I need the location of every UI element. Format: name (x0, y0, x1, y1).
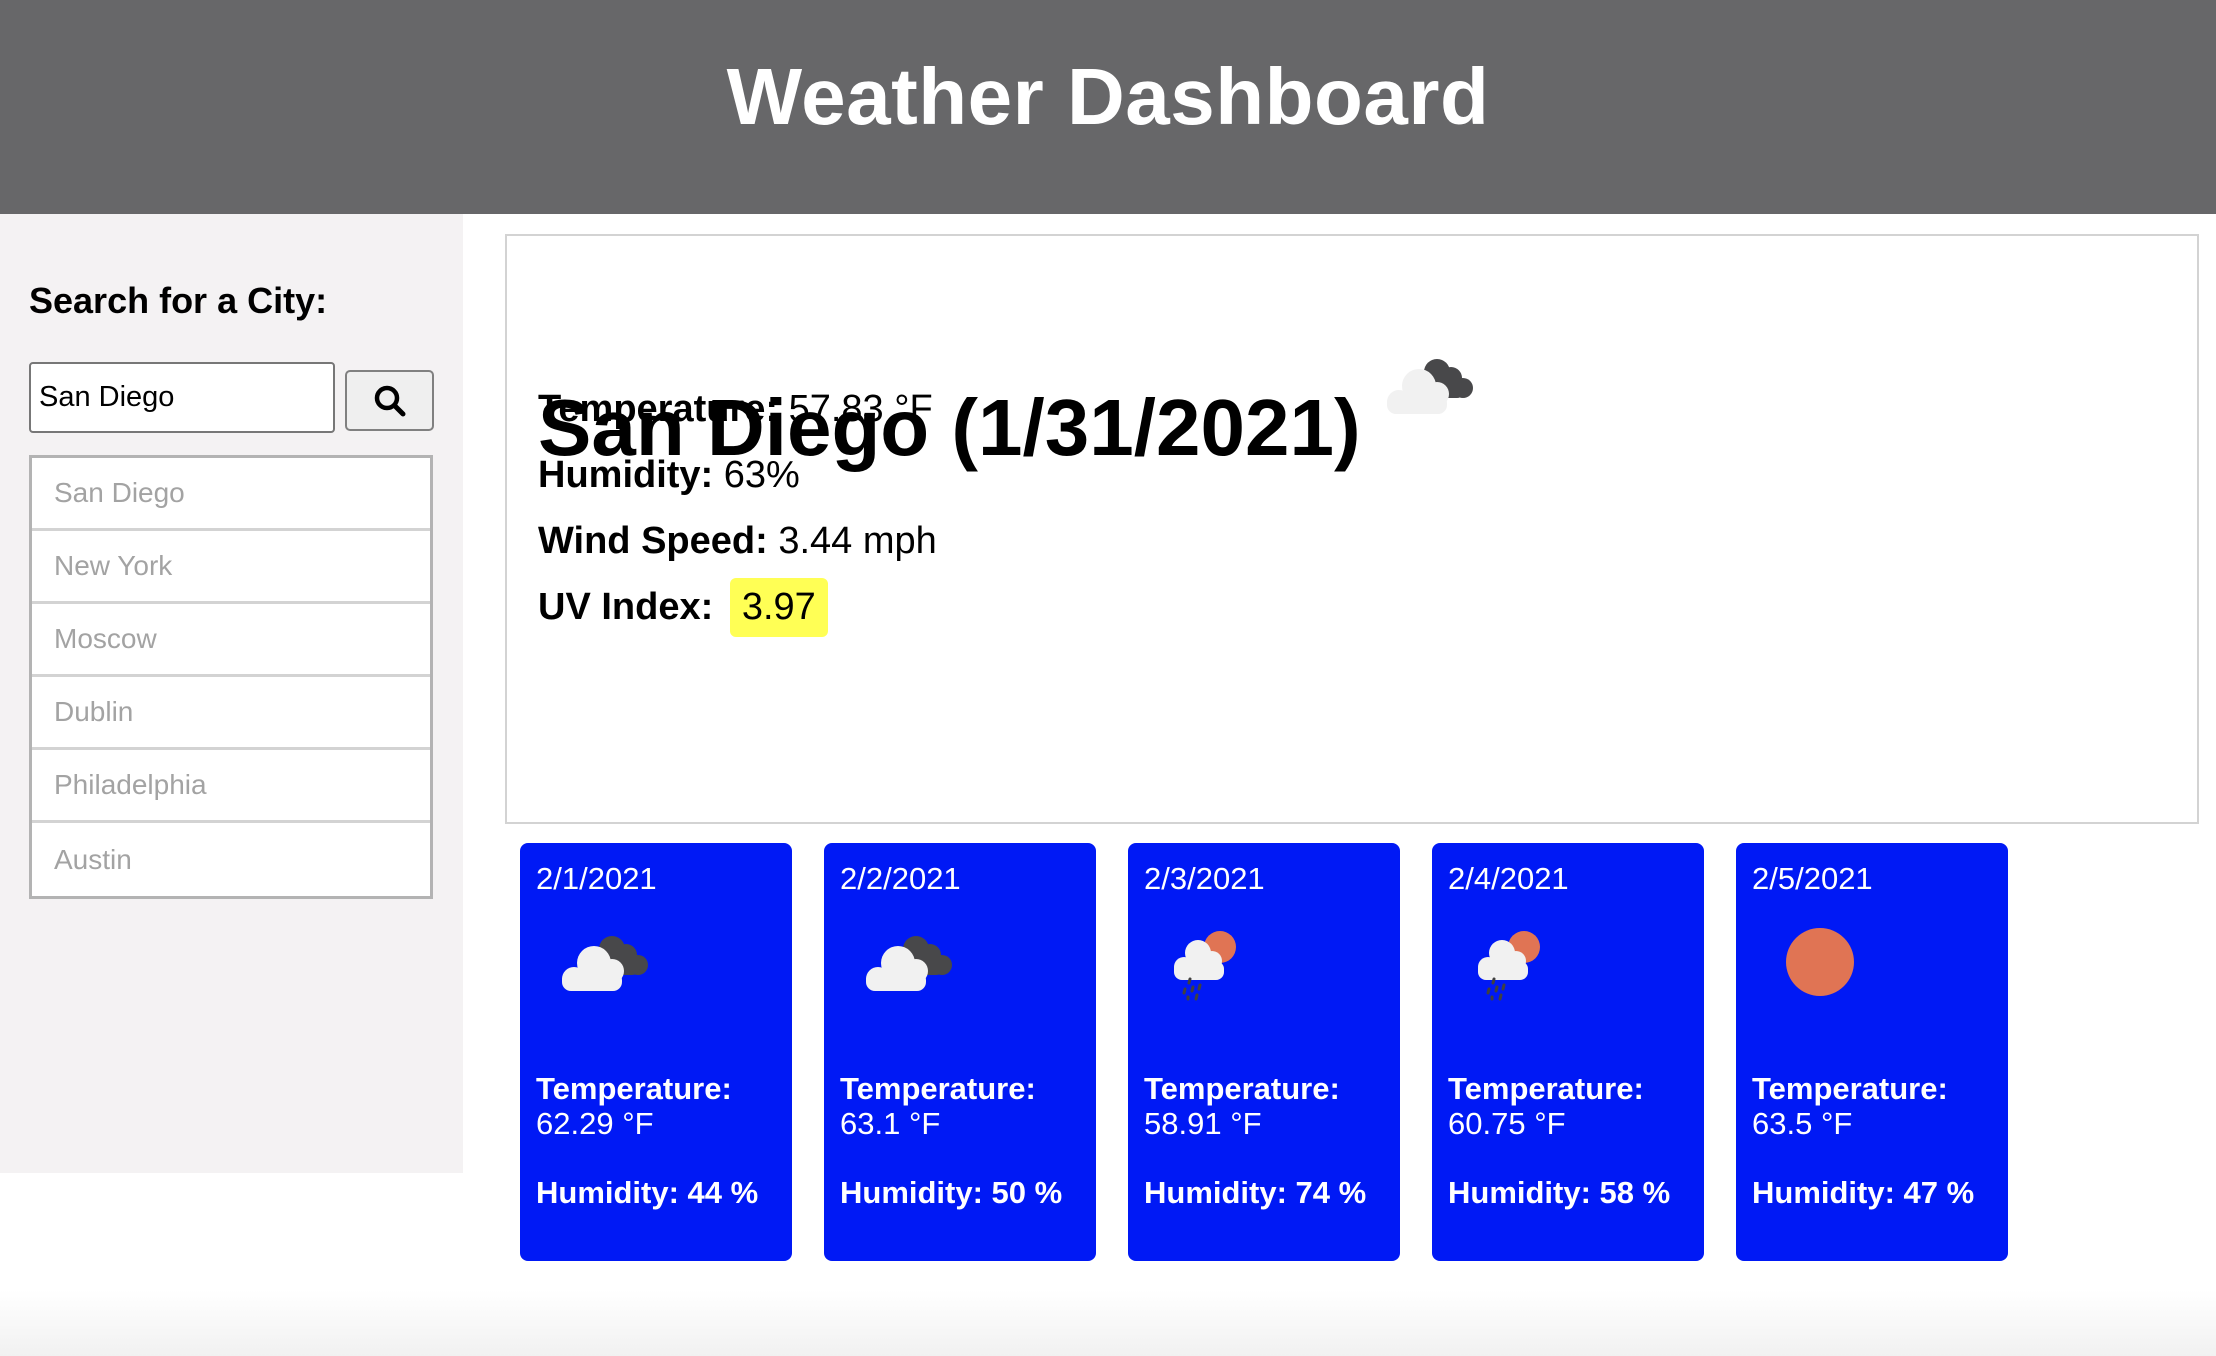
forecast-card: 2/3/2021 Temperature: 58.91 °F Humidity:… (1128, 843, 1400, 1261)
forecast-date: 2/5/2021 (1752, 861, 1873, 896)
forecast-card: 2/1/2021 Temperature: 62.29 °F Humidity:… (520, 843, 792, 1261)
forecast-temp-value: 63.5 °F (1752, 1106, 1853, 1141)
history-item[interactable]: San Diego (32, 458, 430, 531)
forecast-card: 2/5/2021 Temperature: 63.5 °F Humidity: … (1736, 843, 2008, 1261)
forecast-date: 2/1/2021 (536, 861, 657, 896)
forecast-date: 2/4/2021 (1448, 861, 1569, 896)
current-temperature: Temperature: 57.83 °F (538, 388, 933, 430)
broken-clouds-icon (866, 936, 952, 991)
search-icon (374, 385, 405, 416)
forecast-temp-label: Temperature: (840, 1071, 1036, 1106)
uv-index-badge: 3.97 (729, 578, 828, 637)
sidebar: Search for a City: San Diego New York Mo… (0, 214, 463, 1173)
page-title: Weather Dashboard (726, 52, 1490, 141)
history-item[interactable]: Austin (32, 823, 430, 896)
search-history-list: San Diego New York Moscow Dublin Philade… (29, 455, 433, 899)
forecast-humidity: Humidity: 58 % (1448, 1175, 1671, 1210)
forecast-temp-label: Temperature: (536, 1071, 732, 1106)
forecast-temp-value: 60.75 °F (1448, 1106, 1566, 1141)
forecast-temp-value: 58.91 °F (1144, 1106, 1262, 1141)
broken-clouds-icon (562, 936, 648, 991)
forecast-humidity: Humidity: 74 % (1144, 1175, 1367, 1210)
search-button[interactable] (345, 370, 434, 431)
history-item[interactable]: Dublin (32, 677, 430, 750)
forecast-temp-label: Temperature: (1448, 1071, 1644, 1106)
current-humidity-value: 63% (723, 454, 800, 496)
app-header: Weather Dashboard (0, 0, 2216, 214)
current-humidity: Humidity: 63% (538, 454, 800, 496)
forecast-humidity: Humidity: 47 % (1752, 1175, 1975, 1210)
forecast-date: 2/3/2021 (1144, 861, 1265, 896)
forecast-temp-value: 63.1 °F (840, 1106, 941, 1141)
forecast-temp-label: Temperature: (1752, 1071, 1948, 1106)
forecast-date: 2/2/2021 (840, 861, 961, 896)
broken-clouds-icon (1386, 359, 1473, 414)
current-temperature-value: 57.83 °F (788, 388, 933, 430)
current-wind-value: 3.44 mph (778, 520, 937, 562)
city-search-input[interactable] (29, 362, 335, 433)
search-heading: Search for a City: (29, 280, 328, 321)
forecast-humidity: Humidity: 44 % (536, 1175, 759, 1210)
current-uv-index: UV Index: 3.97 (538, 578, 828, 637)
rain-sun-icon (1478, 931, 1540, 1001)
forecast-temp-value: 62.29 °F (536, 1106, 654, 1141)
forecast-card: 2/4/2021 Temperature: 60.75 °F Humidity:… (1432, 843, 1704, 1261)
forecast-temp-label: Temperature: (1144, 1071, 1340, 1106)
history-item[interactable]: New York (32, 531, 430, 604)
rain-sun-icon (1174, 931, 1236, 1001)
clear-sun-icon (1786, 928, 1854, 996)
forecast-humidity: Humidity: 50 % (840, 1175, 1063, 1210)
current-weather-panel: San Diego (1/31/2021) Temperature: 57.83… (505, 234, 2199, 824)
current-wind-speed: Wind Speed: 3.44 mph (538, 520, 937, 562)
history-item[interactable]: Moscow (32, 604, 430, 677)
history-item[interactable]: Philadelphia (32, 750, 430, 823)
forecast-card: 2/2/2021 Temperature: 63.1 °F Humidity: … (824, 843, 1096, 1261)
